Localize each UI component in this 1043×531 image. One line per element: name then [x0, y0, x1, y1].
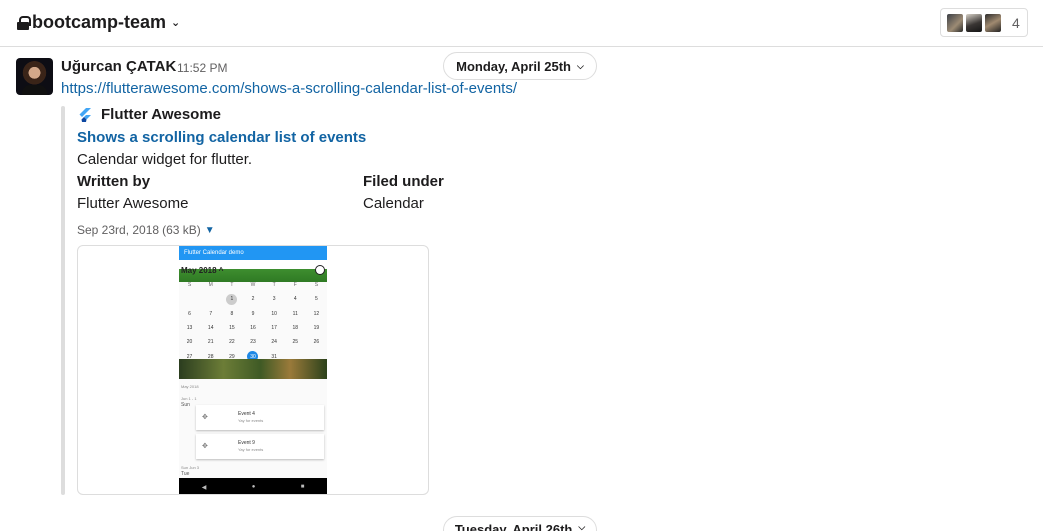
soccer-ball-icon: [315, 265, 325, 275]
preview-day: 7: [209, 310, 213, 317]
member-avatar: [984, 12, 1002, 33]
preview-android-navbar: ◀ ● ■: [179, 478, 327, 494]
message-link[interactable]: https://flutterawesome.com/shows-a-scrol…: [61, 80, 517, 97]
field-title-written-by: Written by: [77, 173, 151, 190]
preview-month: May 2018 ^: [181, 266, 224, 275]
attachment-image-preview[interactable]: Flutter Calendar demo May 2018 ^ S M T W T F S…: [77, 245, 429, 495]
preview-day: 24: [271, 339, 277, 346]
preview-weekday: W: [250, 282, 256, 289]
preview-week-row: 13 14 15 16 17 18 19: [179, 321, 327, 335]
chevron-down-icon: ⌄: [171, 17, 181, 29]
preview-day2-name: Tue: [181, 471, 190, 477]
preview-day: 5: [315, 296, 318, 303]
preview-day: 3: [272, 296, 276, 303]
date-divider-button[interactable]: Monday, April 25th ⌵: [443, 52, 597, 80]
preview-day: 9: [251, 310, 255, 317]
preview-app-title: Flutter Calendar demo: [179, 246, 327, 260]
preview-week-row: 20 21 22 23 24 25 26: [179, 335, 327, 349]
move-icon: ✥: [202, 443, 208, 450]
attachment-date: Sep 23rd, 2018: [77, 223, 160, 237]
attachment-service: Flutter Awesome: [77, 106, 221, 123]
author-name[interactable]: Uğurcan ÇATAK: [61, 58, 176, 75]
preview-day: 22: [229, 339, 235, 346]
preview-day: 17: [271, 325, 277, 332]
preview-event-card: ✥ Event 4 Yay for events: [196, 405, 324, 430]
preview-meadow-image: [179, 359, 327, 379]
preview-day: 10: [271, 310, 277, 317]
preview-day: 16: [250, 325, 256, 332]
preview-weekday: M: [208, 282, 213, 289]
attachment-service-name: Flutter Awesome: [101, 106, 222, 123]
channel-name-button[interactable]: bootcamp-team ⌄: [17, 12, 180, 33]
preview-day: 20: [186, 339, 193, 346]
preview-day2-label: Sun Jun 3: [181, 465, 200, 470]
preview-weekday-row: SMTWTFS: [179, 278, 327, 292]
member-list-button[interactable]: 4: [940, 8, 1028, 37]
preview-day: 18: [292, 325, 299, 332]
field-value-filed-under: Calendar: [363, 195, 424, 212]
preview-day: [200, 292, 221, 306]
home-icon: ●: [251, 484, 256, 490]
date-divider-label: Tuesday, April 26th: [454, 522, 573, 531]
preview-day: 4: [293, 296, 297, 303]
caret-down-icon[interactable]: ▼: [205, 225, 215, 236]
member-count: 4: [1012, 14, 1020, 31]
preview-day: 13: [186, 325, 193, 332]
date-divider-button[interactable]: Tuesday, April 26th ⌵: [443, 516, 597, 531]
attachment-meta: Sep 23rd, 2018 (63 kB) ▼: [77, 223, 215, 237]
member-avatar: [946, 12, 964, 33]
preview-day: 1: [221, 292, 242, 306]
preview-day1-label: Jun 1 - 1: [181, 396, 197, 401]
preview-day1-name: Sun: [181, 402, 190, 408]
attachment-title-link[interactable]: Shows a scrolling calendar list of event…: [77, 129, 366, 146]
preview-weekday: S: [187, 282, 192, 289]
attachment-size: (63 kB): [162, 223, 201, 237]
preview-event-title: Event 4: [238, 411, 255, 417]
channel-header: bootcamp-team ⌄ 4: [0, 0, 1043, 47]
preview-day: 23: [250, 339, 256, 346]
flutter-logo-icon: [77, 107, 93, 123]
preview-weekday: T: [272, 282, 276, 289]
phone-screenshot: Flutter Calendar demo May 2018 ^ S M T W T F S…: [179, 246, 327, 494]
back-icon: ◀: [201, 484, 207, 491]
preview-day: 21: [207, 339, 214, 346]
preview-day: 11: [292, 310, 298, 317]
lock-icon: [17, 15, 31, 30]
chevron-down-icon: ⌵: [578, 522, 586, 531]
preview-event-title: Event 9: [238, 440, 255, 446]
preview-event-subtitle: Yay for events: [238, 418, 264, 423]
preview-weekday: F: [293, 282, 297, 289]
preview-day: 19: [313, 325, 320, 332]
preview-weekday: T: [230, 282, 234, 289]
author-avatar[interactable]: [16, 58, 53, 95]
preview-event-subtitle: Yay for events: [238, 447, 264, 452]
preview-day: 6: [188, 310, 191, 317]
preview-weekday: S: [314, 282, 319, 289]
attachment-bar: [61, 106, 65, 495]
preview-day: [179, 292, 200, 306]
attachment-description: Calendar widget for flutter.: [77, 151, 253, 168]
chevron-down-icon: ⌵: [577, 60, 584, 71]
field-value-written-by: Flutter Awesome: [77, 195, 189, 212]
preview-day: 2: [251, 296, 255, 303]
preview-week-row: 6 7 8 9 10 11 12: [179, 307, 327, 321]
preview-day: 14: [207, 325, 214, 332]
preview-day: 26: [313, 339, 320, 346]
preview-day: 15: [229, 325, 235, 332]
preview-week-row: 1 2 3 4 5: [179, 292, 327, 306]
member-avatar: [965, 12, 983, 33]
preview-day: 8: [230, 310, 234, 317]
field-title-filed-under: Filed under: [363, 173, 444, 190]
message-timestamp[interactable]: 11:52 PM: [177, 61, 227, 75]
channel-name: bootcamp-team: [32, 12, 167, 32]
preview-calendar-grid: S M T W T F S 1 2 3 4 5 6 7 8 9 10 11 12 13 14 15 16 17 18 19 20 21…: [179, 278, 327, 364]
preview-list-header: May 2018: [181, 384, 199, 389]
date-divider-label: Monday, April 25th: [456, 58, 571, 74]
move-icon: ✥: [202, 414, 208, 421]
preview-event-card: ✥ Event 9 Yay for events: [196, 434, 324, 459]
recents-icon: ■: [300, 484, 305, 490]
preview-day: 12: [313, 310, 320, 317]
preview-day: 25: [292, 339, 299, 346]
